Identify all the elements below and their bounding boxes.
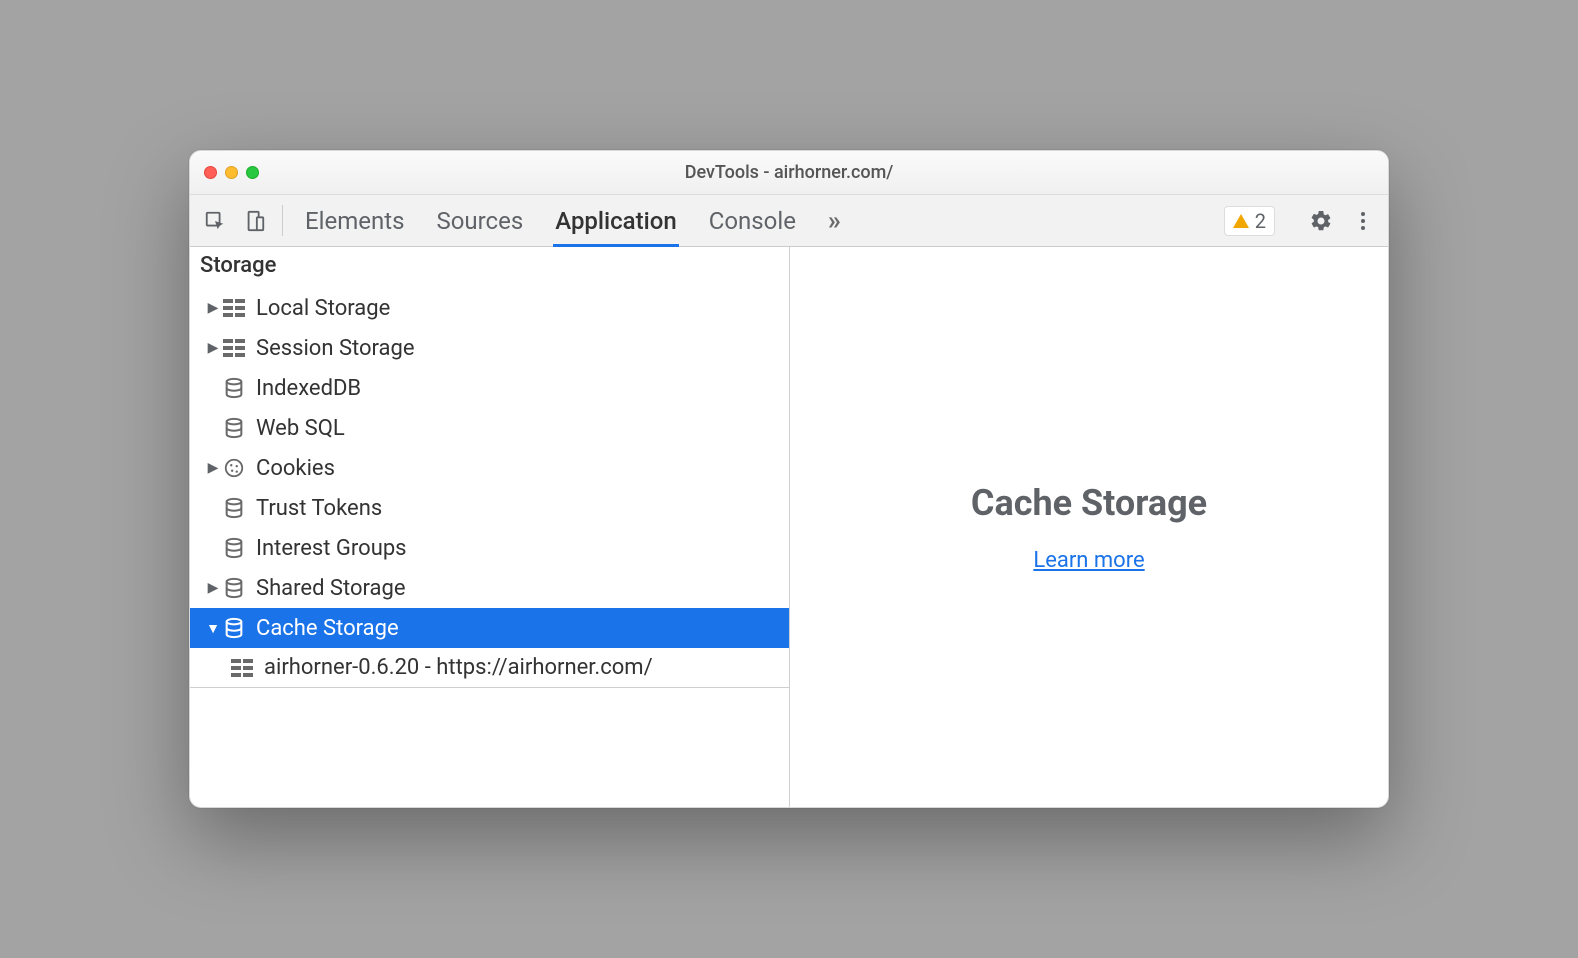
issues-count: 2 [1255,209,1266,233]
window-title: DevTools - airhorner.com/ [190,162,1388,183]
settings-icon[interactable] [1308,208,1334,234]
db-icon [222,416,246,440]
tree-item-label: Web SQL [256,416,345,441]
close-window-button[interactable] [204,166,217,179]
tree-item-label: Cookies [256,456,335,481]
tree-item-shared-storage[interactable]: ▶ Shared Storage [190,568,789,608]
tab-sources[interactable]: Sources [436,195,523,246]
tree-item-label: airhorner-0.6.20 - https://airhorner.com… [264,655,653,680]
content-area: Storage ▶ Local Storage▶ Session Storage… [190,247,1388,807]
tree-item-cookies[interactable]: ▶ Cookies [190,448,789,488]
learn-more-link[interactable]: Learn more [1033,548,1144,573]
chevron-down-icon[interactable]: ▼ [206,620,220,637]
chevron-right-icon[interactable]: ▶ [206,340,220,356]
db-icon [222,376,246,400]
devtools-toolbar: Elements Sources Application Console » 2 [190,195,1388,247]
tree-item-session-storage[interactable]: ▶ Session Storage [190,328,789,368]
grid-icon [222,336,246,360]
tab-console[interactable]: Console [709,195,796,246]
main-panel: Cache Storage Learn more [790,247,1388,807]
cookie-icon [222,456,246,480]
tree-item-label: Local Storage [256,296,390,321]
main-heading: Cache Storage [971,482,1207,524]
devtools-window: DevTools - airhorner.com/ Elements Sourc… [189,150,1389,808]
kebab-menu-icon[interactable] [1350,208,1376,234]
tree-item-label: IndexedDB [256,376,361,401]
tree-item-airhorner-0-6-20-https-airhorner-com[interactable]: ▶ airhorner-0.6.20 - https://airhorner.c… [190,648,789,688]
tree-item-label: Trust Tokens [256,496,382,521]
tree-item-label: Interest Groups [256,536,407,561]
db-icon [222,496,246,520]
tree-item-trust-tokens[interactable]: ▶ Trust Tokens [190,488,789,528]
db-icon [222,536,246,560]
tree-item-indexeddb[interactable]: ▶ IndexedDB [190,368,789,408]
tab-application[interactable]: Application [555,195,676,246]
tabs-overflow-icon[interactable]: » [828,195,841,246]
grid-icon [222,296,246,320]
tree-item-label: Shared Storage [256,576,406,601]
device-toolbar-icon[interactable] [242,208,268,234]
minimize-window-button[interactable] [225,166,238,179]
tree-item-web-sql[interactable]: ▶ Web SQL [190,408,789,448]
tree-item-interest-groups[interactable]: ▶ Interest Groups [190,528,789,568]
section-header-storage: Storage [190,247,789,288]
grid-icon [230,656,254,680]
db-icon [222,616,246,640]
panel-tabs: Elements Sources Application Console » [305,195,841,246]
issues-counter[interactable]: 2 [1224,206,1275,236]
titlebar: DevTools - airhorner.com/ [190,151,1388,195]
tree-item-label: Session Storage [256,336,415,361]
warning-icon [1233,214,1249,228]
tree-item-label: Cache Storage [256,616,399,641]
application-sidebar: Storage ▶ Local Storage▶ Session Storage… [190,247,790,807]
zoom-window-button[interactable] [246,166,259,179]
tab-elements[interactable]: Elements [305,195,404,246]
window-controls [204,166,259,179]
storage-tree: ▶ Local Storage▶ Session Storage▶ Indexe… [190,288,789,688]
db-icon [222,576,246,600]
chevron-right-icon[interactable]: ▶ [206,300,220,316]
chevron-right-icon[interactable]: ▶ [206,580,220,596]
inspect-element-icon[interactable] [202,208,228,234]
tree-item-local-storage[interactable]: ▶ Local Storage [190,288,789,328]
tree-item-cache-storage[interactable]: ▼ Cache Storage [190,608,789,648]
chevron-right-icon[interactable]: ▶ [206,460,220,476]
